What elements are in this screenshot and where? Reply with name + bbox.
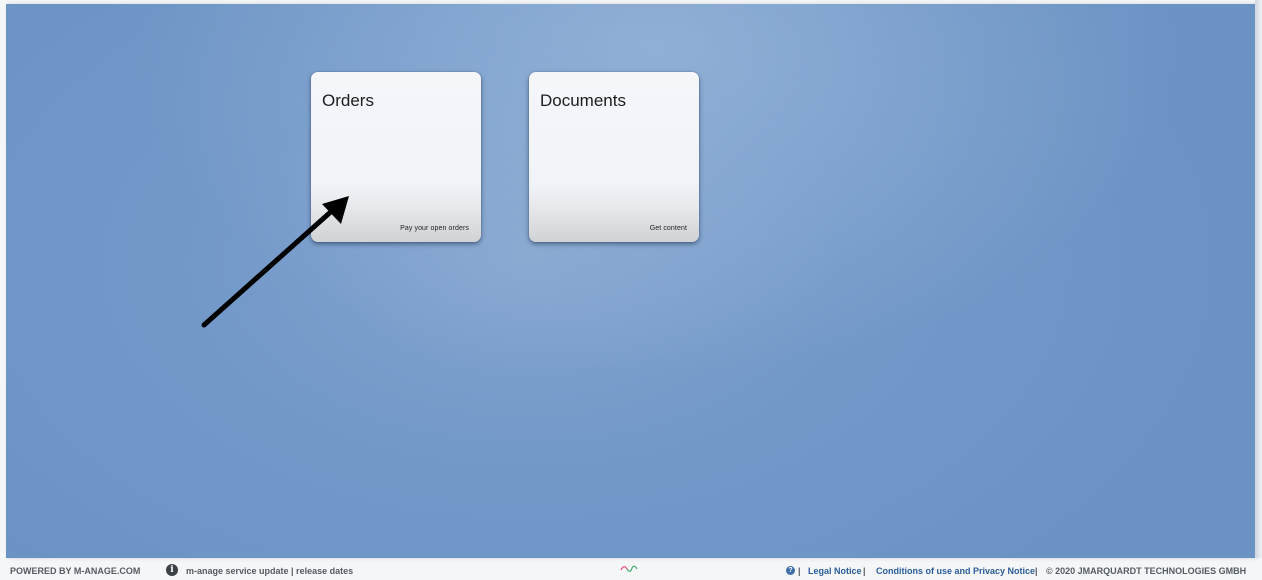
orders-tile-subtitle: Pay your open orders — [400, 225, 469, 232]
footer: POWERED BY M-ANAGE.COM i m-anage service… — [0, 562, 1262, 580]
orders-tile[interactable]: Orders Pay your open orders — [311, 72, 481, 242]
documents-tile-title: Documents — [540, 91, 626, 110]
conditions-privacy-link[interactable]: Conditions of use and Privacy Notice — [876, 566, 1035, 576]
footer-separator: | — [863, 566, 866, 576]
wave-logo-icon — [620, 565, 638, 572]
legal-notice-link[interactable]: Legal Notice — [808, 566, 862, 576]
copyright-text: © 2020 JMARQUARDT TECHNOLOGIES GMBH — [1046, 566, 1247, 576]
window-edge — [1255, 0, 1262, 558]
service-update-link[interactable]: m-anage service update | release dates — [186, 566, 353, 576]
help-icon[interactable]: ? — [786, 566, 795, 575]
documents-tile[interactable]: Documents Get content — [529, 72, 699, 242]
main-background: Orders Pay your open orders Documents Ge… — [6, 4, 1255, 558]
info-icon[interactable]: i — [166, 564, 178, 576]
powered-by-link[interactable]: POWERED BY M-ANAGE.COM — [10, 566, 140, 576]
footer-separator: | — [798, 566, 801, 576]
orders-tile-title: Orders — [322, 91, 374, 110]
documents-tile-subtitle: Get content — [649, 225, 687, 232]
footer-separator: | — [1035, 566, 1038, 576]
